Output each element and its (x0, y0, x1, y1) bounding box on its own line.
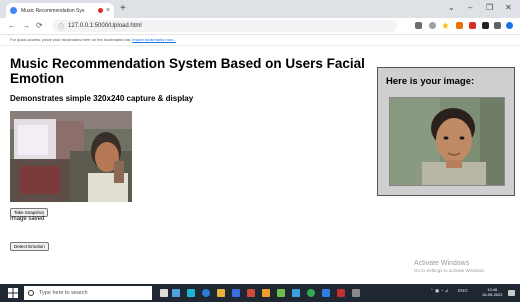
sidebar-icon[interactable] (494, 22, 501, 29)
panel-title: Here is your image: (386, 76, 475, 87)
recording-indicator-icon (97, 8, 103, 13)
app-icon-4[interactable] (292, 289, 300, 297)
page-title: Music Recommendation System Based on Use… (10, 56, 365, 86)
back-button[interactable]: ← (8, 21, 16, 30)
search-icon (28, 290, 34, 296)
app-icon-2[interactable] (262, 289, 270, 297)
camera-permission-icon[interactable] (415, 22, 422, 29)
webcam-frame-image (10, 111, 132, 202)
bookmark-star-icon[interactable] (442, 22, 449, 29)
browser-tab[interactable]: Music Recommendation Sys × (6, 3, 114, 18)
extension-fox-icon[interactable] (456, 22, 463, 29)
page-subtitle: Demonstrates simple 320x240 capture & di… (10, 94, 194, 103)
microphone-icon[interactable] (160, 289, 168, 297)
reload-button[interactable]: ⟳ (36, 21, 43, 30)
taskbar-clock[interactable]: 13:46 18-05-2022 (482, 287, 502, 297)
taskbar-search-placeholder: Type here to search (39, 290, 88, 296)
import-bookmarks-link[interactable]: Import bookmarks now... (132, 37, 176, 42)
tab-favicon-icon (10, 7, 17, 14)
windows-start-icon[interactable] (8, 288, 18, 298)
restore-button[interactable]: ❐ (486, 3, 493, 12)
task-view-icon[interactable] (172, 289, 180, 297)
tab-close-button[interactable]: × (106, 7, 110, 14)
tray-icons[interactable]: ⌃ ▣ ◔ ⊿ (430, 288, 448, 294)
url-text[interactable]: 127.0.0.1:5000/Upload.html (68, 23, 142, 29)
tab-strip: Music Recommendation Sys × + ⌄ – ❐ ✕ (0, 0, 520, 18)
clock-date: 18-05-2022 (482, 292, 503, 297)
minimize-button[interactable]: – (468, 3, 472, 12)
close-window-button[interactable]: ✕ (505, 3, 512, 12)
app-icon-1[interactable] (247, 289, 255, 297)
site-info-icon[interactable]: ⓘ (58, 22, 64, 31)
webcam-preview (10, 111, 132, 202)
activate-windows-watermark: Activate Windows Go to Settings to activ… (414, 260, 485, 273)
store-icon[interactable] (232, 289, 240, 297)
address-bar[interactable]: ⓘ 127.0.0.1:5000/Upload.html (52, 20, 397, 32)
captured-photo-image (390, 98, 504, 185)
chrome-icon[interactable] (307, 289, 315, 297)
language-indicator[interactable]: ENG (458, 288, 468, 293)
app-icon-3[interactable] (277, 289, 285, 297)
watermark-line2: Go to Settings to activate Windows. (414, 268, 486, 273)
extension-shield-icon[interactable] (469, 22, 476, 29)
browser-toolbar: ← → ⟳ ⓘ 127.0.0.1:5000/Upload.html (0, 18, 520, 35)
taskbar-search-box[interactable]: Type here to search (24, 286, 152, 300)
edge-browser-icon[interactable] (202, 289, 210, 297)
bookmarks-bar: For quick access, place your bookmarks h… (0, 35, 520, 46)
file-explorer-icon[interactable] (217, 289, 225, 297)
notification-icon[interactable] (508, 290, 515, 296)
app-icon-6[interactable] (337, 289, 345, 297)
bookmarks-hint: For quick access, place your bookmarks h… (10, 37, 132, 42)
profile-avatar-icon[interactable] (506, 22, 513, 29)
weather-widget-icon[interactable] (187, 289, 195, 297)
app-icon-7[interactable] (352, 289, 360, 297)
share-icon[interactable] (429, 22, 436, 29)
forward-button[interactable]: → (22, 21, 30, 30)
page-content: Music Recommendation System Based on Use… (0, 46, 520, 284)
snapshot-panel: Here is your image: (377, 67, 515, 196)
detect-emotion-button[interactable]: Detect Emotion (10, 242, 49, 251)
watermark-line1: Activate Windows (414, 260, 470, 267)
extensions-puzzle-icon[interactable] (482, 22, 489, 29)
status-message: Image saved (10, 216, 45, 222)
tab-title: Music Recommendation Sys (21, 7, 85, 14)
captured-image (389, 97, 505, 186)
new-tab-button[interactable]: + (120, 3, 126, 15)
taskbar: Type here to search ⌃ ▣ ◔ ⊿ ENG 13:46 18… (0, 284, 520, 302)
app-icon-5[interactable] (322, 289, 330, 297)
tab-search-button[interactable]: ⌄ (448, 3, 455, 12)
